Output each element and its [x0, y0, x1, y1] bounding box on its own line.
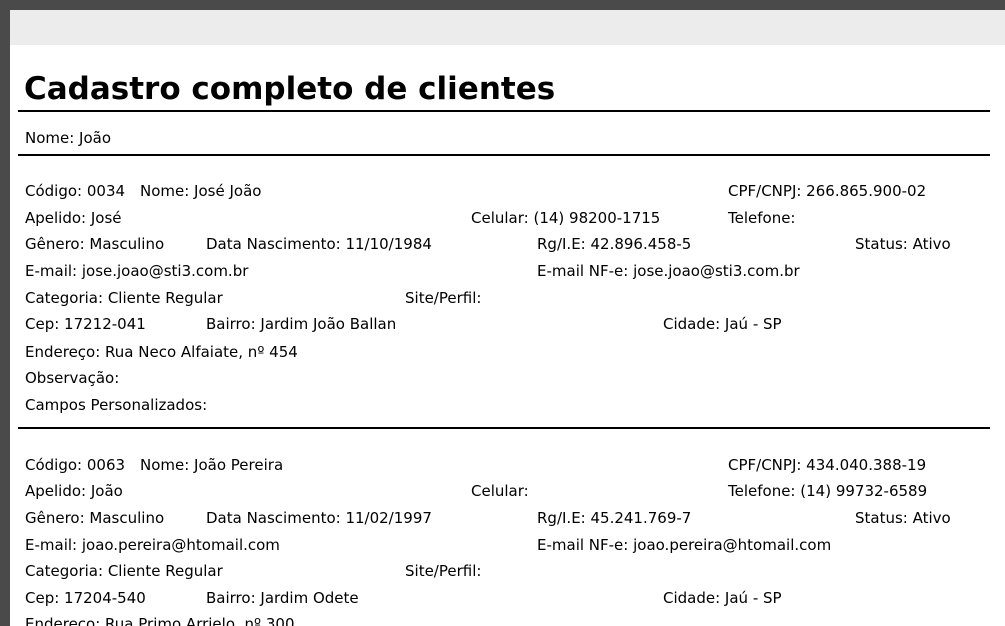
client-city: Cidade: Jaú - SP	[663, 589, 782, 607]
client-cep: Cep: 17212-041	[25, 315, 146, 333]
client-status: Status: Ativo	[855, 509, 951, 527]
record-divider	[18, 427, 990, 429]
client-code: Código: 0034	[25, 182, 126, 200]
client-email: E-mail: jose.joao@sti3.com.br	[25, 262, 249, 280]
client-birthdate: Data Nascimento: 11/02/1997	[206, 509, 432, 527]
client-rg: Rg/I.E: 42.896.458-5	[537, 235, 692, 253]
client-address: Endereço: Rua Neco Alfaiate, nº 454	[25, 343, 298, 361]
client-mobile: Celular:	[471, 482, 529, 500]
client-neighborhood: Bairro: Jardim João Ballan	[206, 315, 397, 333]
client-city: Cidade: Jaú - SP	[663, 315, 782, 333]
client-observation: Observação:	[25, 369, 120, 387]
client-phone: Telefone: (14) 99732-6589	[728, 482, 928, 500]
client-email: E-mail: joao.pereira@htomail.com	[25, 536, 280, 554]
report-title: Cadastro completo de clientes	[24, 71, 556, 107]
client-neighborhood: Bairro: Jardim Odete	[206, 589, 359, 607]
client-cpf: CPF/CNPJ: 266.865.900-02	[728, 182, 927, 200]
client-gender: Gênero: Masculino	[25, 509, 165, 527]
document-viewer: Cadastro completo de clientes Nome: João…	[0, 0, 1005, 626]
client-rg: Rg/I.E: 45.241.769-7	[537, 509, 692, 527]
client-email-nfe: E-mail NF-e: joao.pereira@htomail.com	[537, 536, 832, 554]
client-site: Site/Perfil:	[405, 289, 482, 307]
client-cpf: CPF/CNPJ: 434.040.388-19	[728, 456, 927, 474]
client-address: Endereço: Rua Primo Arrielo, nº 300	[25, 615, 295, 626]
client-status: Status: Ativo	[855, 235, 951, 253]
client-mobile: Celular: (14) 98200-1715	[471, 209, 661, 227]
client-custom-fields: Campos Personalizados:	[25, 396, 208, 414]
filter-divider	[18, 154, 990, 156]
client-phone: Telefone:	[728, 209, 796, 227]
client-gender: Gênero: Masculino	[25, 235, 165, 253]
title-divider	[18, 110, 990, 112]
page-header-band	[10, 10, 1005, 45]
client-birthdate: Data Nascimento: 11/10/1984	[206, 235, 432, 253]
report-page: Cadastro completo de clientes Nome: João…	[10, 10, 1005, 626]
client-site: Site/Perfil:	[405, 562, 482, 580]
client-cep: Cep: 17204-540	[25, 589, 146, 607]
filter-label: Nome: João	[25, 129, 112, 147]
client-email-nfe: E-mail NF-e: jose.joao@sti3.com.br	[537, 262, 800, 280]
client-nickname: Apelido: José	[25, 209, 122, 227]
client-nickname: Apelido: João	[25, 482, 123, 500]
client-category: Categoria: Cliente Regular	[25, 289, 223, 307]
client-code: Código: 0063	[25, 456, 126, 474]
client-name: Nome: José João	[140, 182, 262, 200]
client-name: Nome: João Pereira	[140, 456, 284, 474]
client-category: Categoria: Cliente Regular	[25, 562, 223, 580]
